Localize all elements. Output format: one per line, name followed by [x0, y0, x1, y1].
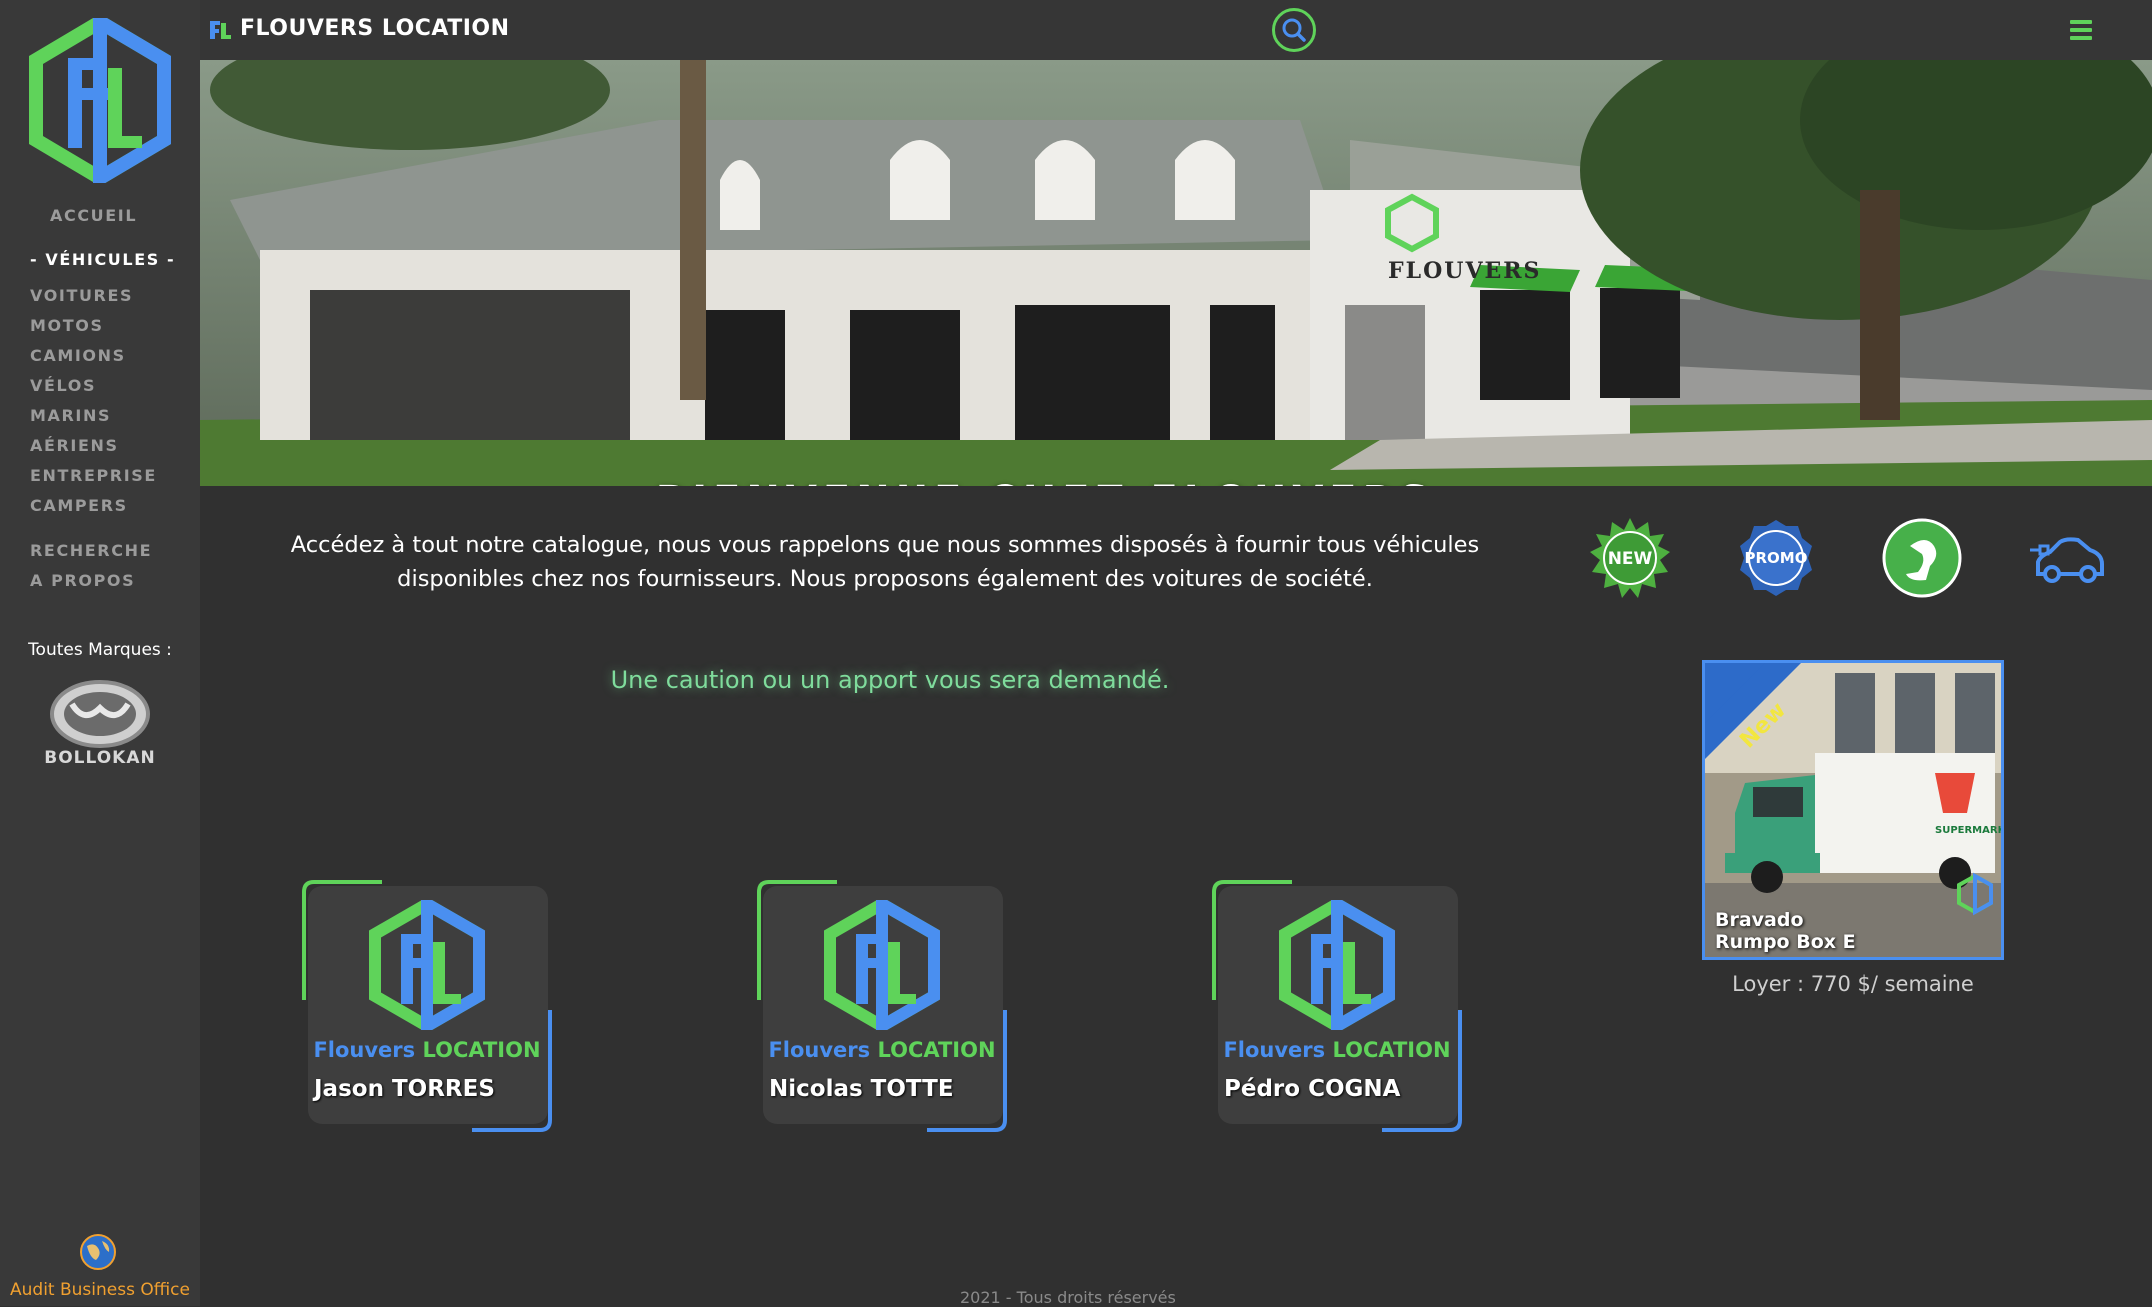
sidebar: ACCUEIL - VÉHICULES - VOITURES MOTOS CAM… [0, 0, 200, 1306]
brand-name: BOLLOKAN [44, 748, 156, 768]
vehicle-name: Bravado Rumpo Box E [1715, 909, 1856, 953]
card-brand: Flouvers LOCATION [1223, 1038, 1451, 1062]
agent-name: Jason TORRES [314, 1076, 495, 1102]
rent-price: Loyer : 770 $/ semaine [1732, 972, 1974, 996]
card-brand: Flouvers LOCATION [768, 1038, 996, 1062]
hero-banner: FLOUVERS BIENVENUE CHEZ FLOUVERS [200, 60, 2152, 486]
agent-card[interactable]: Flouvers LOCATION Pédro COGNA [1212, 880, 1462, 1132]
site-title[interactable]: FLOUVERS LOCATION [240, 16, 510, 41]
intro-text: Accédez à tout notre catalogue, nous vou… [290, 532, 1480, 592]
new-badge-icon[interactable]: NEW [1588, 516, 1672, 600]
nav-voitures[interactable]: VOITURES [30, 286, 133, 305]
search-button[interactable] [1272, 8, 1316, 52]
nav-marins[interactable]: MARINS [30, 406, 111, 425]
banner-title: BIENVENUE CHEZ FLOUVERS [200, 478, 1890, 486]
nav-vehicules[interactable]: - VÉHICULES - [30, 250, 175, 269]
nav-aeriens[interactable]: AÉRIENS [30, 436, 119, 455]
nav-velos[interactable]: VÉLOS [30, 376, 96, 395]
agent-name: Pédro COGNA [1224, 1076, 1401, 1102]
footer-copyright: 2021 - Tous droits réservés [960, 1288, 1176, 1307]
search-icon [1282, 18, 1306, 42]
nav-motos[interactable]: MOTOS [30, 316, 104, 335]
storefront-image: FLOUVERS [200, 60, 2152, 486]
agent-name: Nicolas TOTTE [769, 1076, 954, 1102]
svg-text:NEW: NEW [1608, 549, 1653, 569]
caution-notice: Une caution ou un apport vous sera deman… [610, 666, 1170, 694]
jerrican-icon[interactable] [1880, 516, 1964, 600]
nav-entreprise[interactable]: ENTREPRISE [30, 466, 157, 485]
electric-car-icon[interactable] [2026, 516, 2110, 600]
audit-business-office-link[interactable]: Audit Business Office [0, 1280, 200, 1300]
agent-card[interactable]: Flouvers LOCATION Jason TORRES [302, 880, 552, 1132]
flouvers-logo-icon[interactable] [28, 18, 172, 183]
nav-recherche[interactable]: RECHERCHE [30, 541, 152, 560]
top-bar: FLOUVERS LOCATION [200, 0, 2152, 60]
flouvers-logo-icon [369, 900, 485, 1030]
banner-sign-text: FLOUVERS [1388, 258, 1541, 284]
agent-card[interactable]: Flouvers LOCATION Nicolas TOTTE [757, 880, 1007, 1132]
globe-icon[interactable] [78, 1232, 118, 1272]
flouvers-logo-icon [1279, 900, 1395, 1030]
nav-campers[interactable]: CAMPERS [30, 496, 128, 515]
card-brand: Flouvers LOCATION [313, 1038, 541, 1062]
promo-badge-icon[interactable]: PROMO [1734, 516, 1818, 600]
flouvers-logo-icon [824, 900, 940, 1030]
brands-label: Toutes Marques : [28, 640, 172, 660]
svg-text:PROMO: PROMO [1745, 549, 1808, 567]
nav-camions[interactable]: CAMIONS [30, 346, 126, 365]
nav-accueil[interactable]: ACCUEIL [50, 206, 137, 225]
truck-text: SUPERMARKET [1935, 825, 2001, 836]
flouvers-small-logo-icon [210, 21, 231, 39]
nav-a-propos[interactable]: A PROPOS [30, 571, 135, 590]
featured-vehicle-card[interactable]: SUPERMARKET New Bravado Rumpo Box E [1702, 660, 2004, 960]
hamburger-menu-icon[interactable] [2070, 20, 2092, 40]
